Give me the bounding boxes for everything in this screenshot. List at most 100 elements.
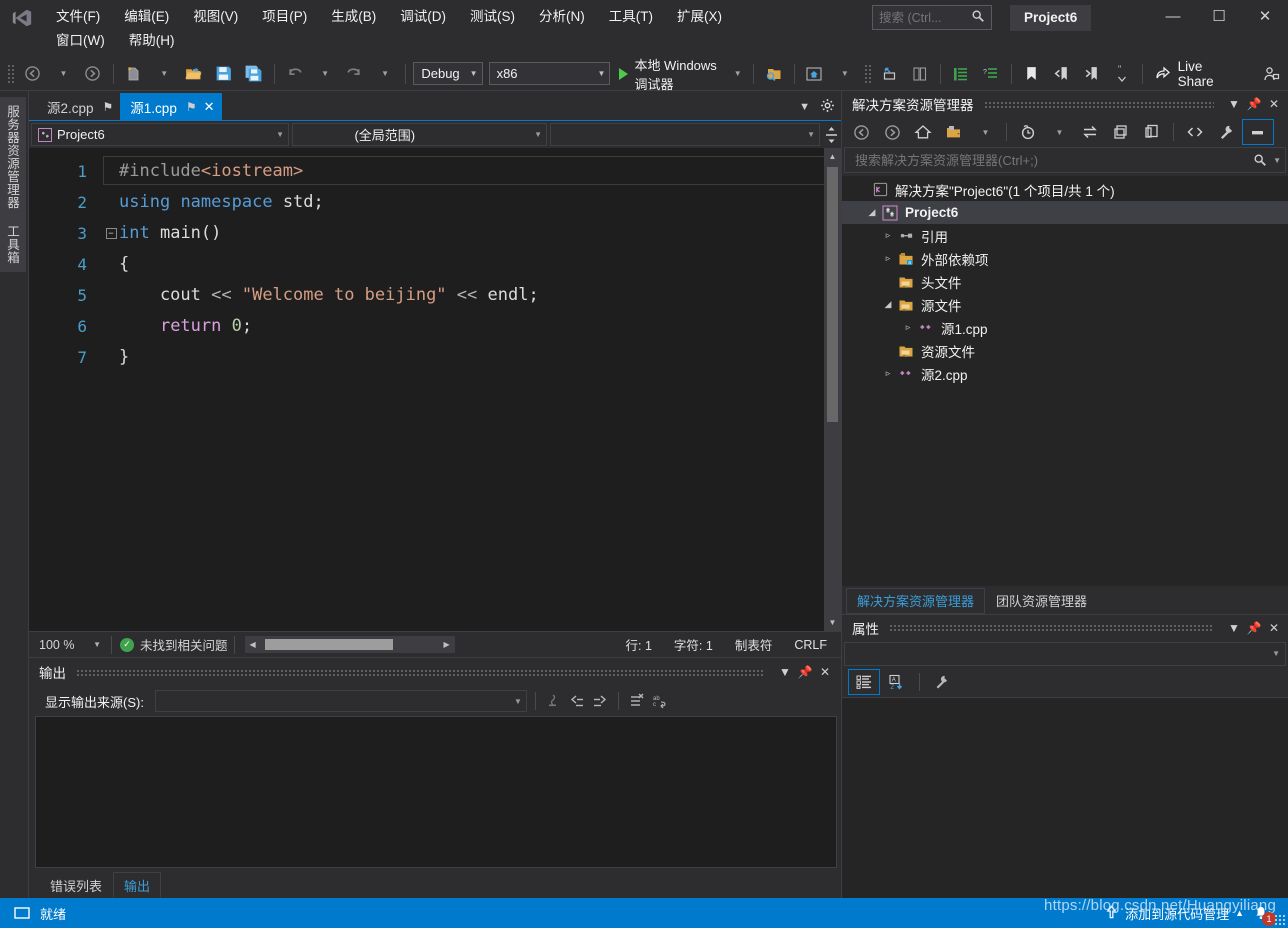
- toolbar-grip[interactable]: [7, 63, 15, 84]
- toggle-bookmark-icon[interactable]: [1017, 61, 1047, 87]
- next-message-icon[interactable]: [590, 691, 610, 711]
- pin-icon[interactable]: ⚑: [186, 100, 197, 114]
- bottom-tab-output[interactable]: 输出: [113, 872, 162, 898]
- pin-icon[interactable]: 📌: [795, 662, 815, 682]
- close-icon[interactable]: ✕: [204, 99, 215, 115]
- output-source-combo[interactable]: ▼: [154, 690, 527, 712]
- maximize-button[interactable]: ☐: [1196, 0, 1242, 32]
- solution-explorer-search[interactable]: ▼: [844, 147, 1286, 173]
- menu-analyze[interactable]: 分析(N): [530, 5, 594, 29]
- expander-expanded[interactable]: ◢: [880, 299, 896, 310]
- pin-icon[interactable]: ⚑: [103, 100, 114, 114]
- navigate-back-dropdown[interactable]: ▼: [48, 61, 78, 87]
- alphabetical-sort-icon[interactable]: AZ: [882, 670, 912, 694]
- window-resize-grip[interactable]: [1274, 914, 1286, 926]
- tab-solution-explorer[interactable]: 解决方案资源管理器: [846, 587, 986, 614]
- menu-project[interactable]: 项目(P): [253, 5, 316, 29]
- vertical-tab-server-explorer[interactable]: 服务器资源管理器: [0, 97, 26, 217]
- property-pages-icon[interactable]: [927, 670, 957, 694]
- toggle-word-wrap-icon[interactable]: ab c: [650, 691, 670, 711]
- close-icon[interactable]: ✕: [1264, 94, 1284, 114]
- drag-dots[interactable]: [76, 668, 765, 676]
- global-search-box[interactable]: [872, 5, 992, 30]
- pending-history-icon[interactable]: [1013, 120, 1043, 144]
- toolbox-window-icon[interactable]: [905, 61, 935, 87]
- notifications-button[interactable]: 1: [1250, 902, 1276, 926]
- issues-indicator[interactable]: ✓ 未找到相关问题: [118, 635, 228, 654]
- scroll-right-icon[interactable]: ▶: [439, 640, 455, 649]
- find-in-files-icon[interactable]: [759, 61, 789, 87]
- redo-dropdown[interactable]: ▼: [370, 61, 400, 87]
- undo-dropdown[interactable]: ▼: [310, 61, 340, 87]
- tree-item-external-dependencies[interactable]: ▹ a 外部依赖项: [842, 247, 1288, 270]
- gear-icon[interactable]: [820, 98, 835, 116]
- output-text-area[interactable]: [35, 716, 837, 868]
- navbar-member-combo[interactable]: ▼: [550, 123, 820, 146]
- forward-icon[interactable]: [877, 120, 907, 144]
- tree-item-source-files[interactable]: ◢ 源文件: [842, 293, 1288, 316]
- chevron-down-icon[interactable]: ▼: [1224, 618, 1244, 638]
- pending-changes-icon[interactable]: [939, 120, 969, 144]
- menu-debug[interactable]: 调试(D): [391, 5, 455, 29]
- tree-item-header-files[interactable]: 头文件: [842, 270, 1288, 293]
- solution-explorer-home-icon[interactable]: [799, 61, 829, 87]
- navbar-project-combo[interactable]: Project6 ▼: [31, 123, 289, 146]
- chevron-down-icon[interactable]: ▼: [1224, 94, 1244, 114]
- menu-extensions[interactable]: 扩展(X): [668, 5, 731, 29]
- editor-horizontal-scrollbar[interactable]: ◀ ▶: [244, 636, 455, 653]
- copy-icon[interactable]: [1137, 120, 1167, 144]
- scroll-down-icon[interactable]: ▼: [824, 614, 841, 631]
- properties-object-combo[interactable]: ▼: [844, 641, 1286, 666]
- start-debugging-button[interactable]: 本地 Windows 调试器 ▼: [613, 58, 747, 92]
- properties-window-toggle-icon[interactable]: [1242, 119, 1274, 145]
- bottom-tab-error-list[interactable]: 错误列表: [39, 872, 113, 898]
- tree-item-project6[interactable]: ◢ Project6: [842, 201, 1288, 224]
- menu-file[interactable]: 文件(F): [47, 5, 109, 29]
- editor-tab-yuan2[interactable]: 源2.cpp ⚑: [37, 93, 120, 120]
- tree-item-resource-files[interactable]: 资源文件: [842, 339, 1288, 362]
- scroll-up-icon[interactable]: ▲: [824, 148, 841, 165]
- navigate-back-icon[interactable]: [18, 61, 48, 87]
- pin-icon[interactable]: 📌: [1244, 618, 1264, 638]
- home-icon[interactable]: [908, 120, 938, 144]
- menu-window[interactable]: 窗口(W): [47, 29, 114, 53]
- sync-icon[interactable]: [1075, 120, 1105, 144]
- redo-icon[interactable]: [340, 61, 370, 87]
- new-project-dropdown[interactable]: ▼: [149, 61, 179, 87]
- solution-configuration-combo[interactable]: Debug ▼: [413, 62, 483, 85]
- clear-all-icon[interactable]: [627, 691, 647, 711]
- show-all-files-icon[interactable]: [1106, 120, 1136, 144]
- tree-item-references[interactable]: ▹ 引用: [842, 224, 1288, 247]
- new-project-icon[interactable]: [119, 61, 149, 87]
- menu-build[interactable]: 生成(B): [322, 5, 385, 29]
- fold-collapse-icon[interactable]: −: [103, 228, 119, 239]
- chevron-down-icon[interactable]: ▼: [1273, 156, 1281, 165]
- zoom-level-combo[interactable]: 100 % ▼: [35, 635, 105, 655]
- menu-edit[interactable]: 编辑(E): [115, 5, 178, 29]
- tree-item-yuan2-cpp[interactable]: ▹ 源2.cpp: [842, 362, 1288, 385]
- add-to-source-control-button[interactable]: 添加到源代码管理 ▲: [1104, 904, 1244, 923]
- navigate-forward-icon[interactable]: [78, 61, 108, 87]
- live-share-button[interactable]: Live Share: [1148, 59, 1230, 89]
- undo-icon[interactable]: [280, 61, 310, 87]
- properties-grid[interactable]: [842, 697, 1288, 898]
- code-editor[interactable]: 1 #include<iostream> 2 using namespace s…: [29, 148, 824, 631]
- pin-icon[interactable]: 📌: [1244, 94, 1264, 114]
- task-list-icon[interactable]: ?: [976, 61, 1006, 87]
- error-list-icon[interactable]: [946, 61, 976, 87]
- save-file-icon[interactable]: [209, 61, 239, 87]
- scroll-left-icon[interactable]: ◀: [245, 640, 261, 649]
- open-file-icon[interactable]: [179, 61, 209, 87]
- search-input[interactable]: [879, 10, 971, 25]
- categorized-view-icon[interactable]: [848, 668, 880, 695]
- bookmark-overflow-icon[interactable]: ": [1107, 61, 1137, 87]
- expander[interactable]: ▹: [900, 322, 916, 333]
- properties-window-icon[interactable]: [875, 61, 905, 87]
- menu-tools[interactable]: 工具(T): [600, 5, 662, 29]
- split-editor-icon[interactable]: [823, 126, 839, 144]
- drag-dots[interactable]: [983, 100, 1214, 108]
- menu-view[interactable]: 视图(V): [184, 5, 247, 29]
- code-view-icon[interactable]: [1180, 120, 1210, 144]
- close-button[interactable]: ✕: [1242, 0, 1288, 32]
- editor-tab-yuan1[interactable]: 源1.cpp ⚑ ✕: [120, 93, 222, 120]
